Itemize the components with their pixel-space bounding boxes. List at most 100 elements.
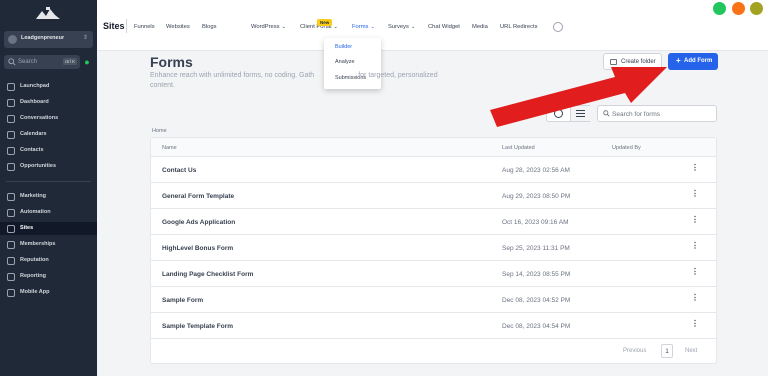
last-updated: Oct 16, 2023 09:16 AM [502,219,569,226]
sites-icon [7,224,15,233]
tab-wordpress[interactable]: WordPress ⌄ [251,24,286,30]
account-switcher[interactable]: Leadgenpreneur ⇕ [4,31,93,48]
description-line-1b: for targeted, personalized [358,72,438,79]
column-header-last-updated[interactable]: Last Updated [502,145,535,151]
sidebar-item-launchpad[interactable]: Launchpad [0,80,97,93]
form-name[interactable]: Sample Template Form [162,323,233,330]
sidebar-item-opportunities[interactable]: Opportunities [0,160,97,173]
last-updated: Aug 28, 2023 02:56 AM [502,167,570,174]
sidebar-item-automation[interactable]: Automation [0,206,97,219]
form-name[interactable]: Sample Form [162,297,203,304]
account-name: Leadgenpreneur [21,35,65,41]
table-row[interactable]: General Form Template Aug 29, 2023 08:50 … [151,183,716,209]
sidebar-item-marketing[interactable]: Marketing [0,190,97,203]
more-options-icon[interactable]: ⋮ [691,320,699,328]
tab-label: Chat Widget [428,24,460,30]
chevron-down-icon: ⌄ [281,24,286,30]
form-name[interactable]: HighLevel Bonus Form [162,245,233,252]
sidebar-item-sites[interactable]: Sites [0,222,97,235]
dropdown-item-builder[interactable]: Builder [335,44,352,50]
sidebar-item-dashboard[interactable]: Dashboard [0,96,97,109]
breadcrumb[interactable]: Home [152,128,167,134]
table-row[interactable]: HighLevel Bonus Form Sep 25, 2023 11:31 P… [151,235,716,261]
column-header-name[interactable]: Name [162,145,177,151]
sidebar-item-label: Memberships [20,241,56,247]
table-row[interactable]: Sample Template Form Dec 08, 2023 04:54 P… [151,313,716,339]
sidebar-item-reputation[interactable]: Reputation [0,254,97,267]
sidebar-search[interactable]: Search ctrl K [4,55,80,69]
sidebar-item-label: Sites [20,225,34,231]
notification-icon[interactable] [732,2,745,15]
more-options-icon[interactable]: ⋮ [691,294,699,302]
sidebar-item-conversations[interactable]: Conversations [0,112,97,125]
marketing-icon [7,192,15,201]
sidebar-item-label: Dashboard [20,99,49,105]
page-number-button[interactable]: 1 [661,344,673,358]
tab-url-redirects[interactable]: URL Redirects [500,24,537,30]
last-updated: Dec 08, 2023 04:52 PM [502,297,571,304]
tab-label: Funnels [134,24,155,30]
column-header-updated-by[interactable]: Updated By [612,145,641,151]
folder-icon [610,59,617,65]
tab-websites[interactable]: Websites [166,24,190,30]
phone-icon[interactable] [713,2,726,15]
add-form-button[interactable]: + Add Form [668,53,718,70]
tab-label: Blogs [202,24,217,30]
create-folder-label: Create folder [621,59,656,65]
form-name[interactable]: General Form Template [162,193,234,200]
search-icon [8,58,16,66]
automation-icon [7,208,15,217]
form-name[interactable]: Landing Page Checklist Form [162,271,253,278]
settings-icon[interactable] [553,22,563,32]
chevron-down-icon: ⌄ [370,24,375,30]
quick-add-icon[interactable]: ● [82,57,92,67]
previous-page-button[interactable]: Previous [623,344,646,358]
create-folder-button[interactable]: Create folder [603,53,662,70]
table-row[interactable]: Contact Us Aug 28, 2023 02:56 AM ⋮ [151,157,716,183]
table-row[interactable]: Landing Page Checklist Form Sep 14, 2023 … [151,261,716,287]
dropdown-item-analyze[interactable]: Analyze [335,59,355,65]
tab-forms[interactable]: Forms ⌄ [352,24,375,30]
next-page-button[interactable]: Next [685,344,697,358]
memberships-icon [7,240,15,249]
tab-chat-widget[interactable]: Chat Widget [428,24,460,30]
sidebar-item-mobile-app[interactable]: Mobile App [0,286,97,299]
tab-surveys[interactable]: Surveys ⌄ [388,24,415,30]
sidebar-item-reporting[interactable]: Reporting [0,270,97,283]
table-row[interactable]: Sample Form Dec 08, 2023 04:52 PM ⋮ [151,287,716,313]
tab-media[interactable]: Media [472,24,488,30]
tab-funnels[interactable]: Funnels [134,24,155,30]
sidebar-item-calendars[interactable]: Calendars [0,128,97,141]
forms-search-input[interactable] [612,108,712,120]
more-options-icon[interactable]: ⋮ [691,190,699,198]
recent-view-icon[interactable] [554,109,563,118]
tab-label: Media [472,24,488,30]
opportunities-icon [7,162,15,171]
list-icon [576,110,585,117]
description-line-1: Enhance reach with unlimited forms, no c… [150,72,315,79]
form-name[interactable]: Google Ads Application [162,219,235,226]
sidebar-item-label: Marketing [20,193,46,199]
user-avatar[interactable] [750,2,763,15]
sidebar-search-placeholder: Search [18,58,38,65]
page-description: Enhance reach with unlimited forms, no c… [150,71,460,91]
more-options-icon[interactable]: ⋮ [691,164,699,172]
more-options-icon[interactable]: ⋮ [691,268,699,276]
logo-icon [36,7,60,19]
sidebar-item-memberships[interactable]: Memberships [0,238,97,251]
form-name[interactable]: Contact Us [162,167,196,174]
sidebar-item-label: Automation [20,209,51,215]
forms-table: Name Last Updated Updated By Contact Us A… [150,137,717,364]
more-options-icon[interactable]: ⋮ [691,216,699,224]
last-updated: Aug 29, 2023 08:50 PM [502,193,571,200]
conversations-icon [7,114,15,123]
more-options-icon[interactable]: ⋮ [691,242,699,250]
tab-blogs[interactable]: Blogs [202,24,217,30]
add-form-label: Add Form [684,58,713,64]
table-row[interactable]: Google Ads Application Oct 16, 2023 09:16… [151,209,716,235]
plus-icon: + [676,56,681,65]
sidebar-item-label: Opportunities [20,163,57,169]
mobile-app-icon [7,288,15,297]
chevron-down-icon: ⌄ [410,24,416,30]
sidebar-item-contacts[interactable]: Contacts [0,144,97,157]
